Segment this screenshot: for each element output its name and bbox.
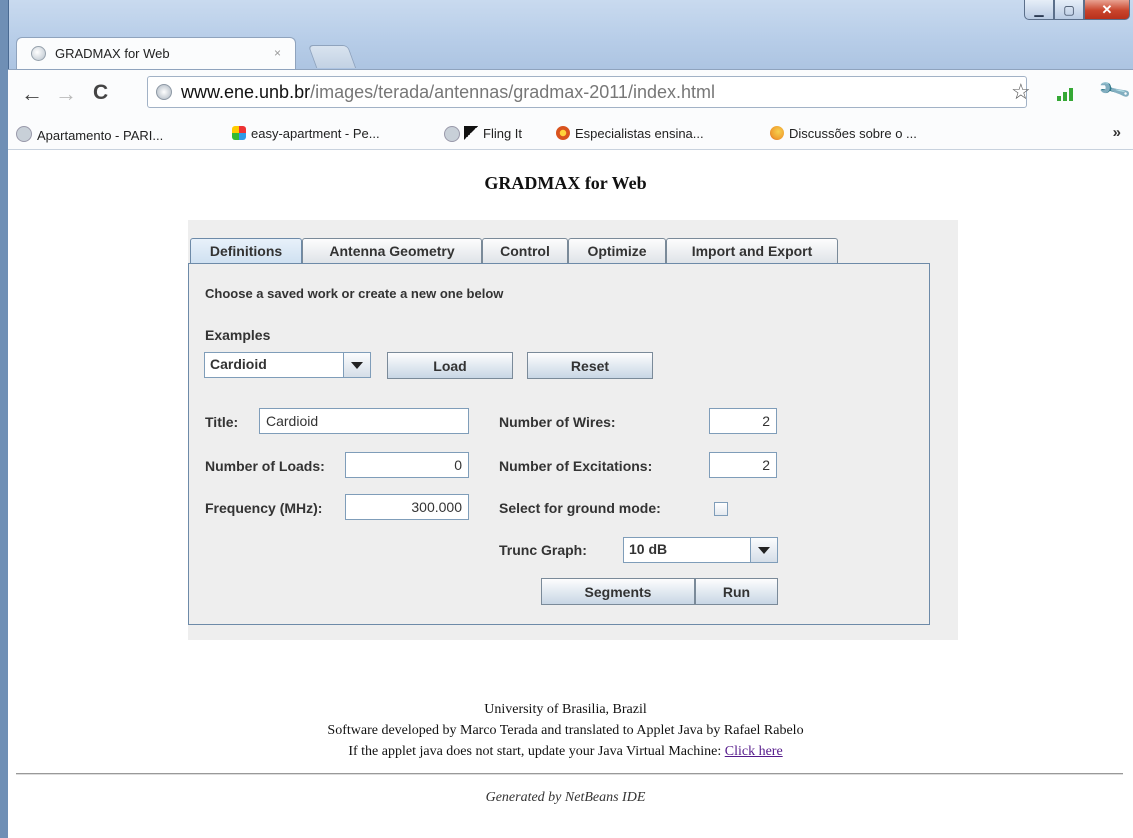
loads-field[interactable]: 0 bbox=[345, 452, 469, 478]
tab-control[interactable]: Control bbox=[482, 238, 568, 263]
tab-optimize[interactable]: Optimize bbox=[568, 238, 666, 263]
url-path: /images/terada/antennas/gradmax-2011/ind… bbox=[310, 82, 715, 102]
footer-jvm-note: If the applet java does not start, updat… bbox=[8, 744, 1123, 760]
url-host: www.ene.unb.br bbox=[181, 82, 311, 102]
trunc-graph-dropdown[interactable]: 10 dB bbox=[623, 537, 778, 563]
fling-icon bbox=[464, 126, 478, 140]
web-page: GRADMAX for Web Definitions Antenna Geom… bbox=[8, 150, 1133, 838]
footer-jvm-text: If the applet java does not start, updat… bbox=[348, 744, 722, 759]
page-title: GRADMAX for Web bbox=[484, 173, 647, 193]
url-text: www.ene.unb.br/images/terada/antennas/gr… bbox=[181, 82, 715, 103]
frequency-field[interactable]: 300.000 bbox=[345, 494, 469, 520]
trunc-graph-value: 10 dB bbox=[629, 541, 668, 557]
address-bar[interactable]: www.ene.unb.br/images/terada/antennas/gr… bbox=[147, 76, 1027, 108]
definitions-panel: Choose a saved work or create a new one … bbox=[188, 263, 930, 625]
bookmark-item[interactable]: Especialistas ensina... bbox=[556, 126, 704, 141]
window-controls: ▁ ▢ ✕ bbox=[1024, 0, 1130, 22]
bookmarks-overflow-icon[interactable]: » bbox=[1113, 124, 1121, 141]
badge-icon bbox=[556, 126, 570, 140]
bookmark-star-icon[interactable]: ☆ bbox=[1011, 79, 1031, 105]
examples-label: Examples bbox=[205, 327, 271, 343]
excitations-field[interactable]: 2 bbox=[709, 452, 777, 478]
chevron-down-icon[interactable] bbox=[750, 538, 777, 562]
footer-university: University of Brasilia, Brazil bbox=[484, 702, 647, 717]
generated-by-text: Generated by NetBeans IDE bbox=[485, 790, 646, 805]
divider bbox=[16, 773, 1123, 775]
ground-mode-checkbox[interactable] bbox=[714, 502, 728, 516]
bookmarks-bar: Apartamento - PARI... easy-apartment - P… bbox=[8, 119, 1133, 150]
browser-toolbar: ← → C www.ene.unb.br/images/terada/anten… bbox=[8, 69, 1133, 120]
tab-import-export[interactable]: Import and Export bbox=[666, 238, 838, 263]
intro-text: Choose a saved work or create a new one … bbox=[205, 286, 504, 301]
bookmark-item[interactable]: easy-apartment - Pe... bbox=[232, 126, 380, 141]
minimize-button[interactable]: ▁ bbox=[1024, 0, 1054, 20]
tab-title: GRADMAX for Web bbox=[55, 46, 170, 61]
tab-antenna-geometry[interactable]: Antenna Geometry bbox=[302, 238, 482, 263]
click-here-link[interactable]: Click here bbox=[725, 744, 783, 759]
chevron-down-icon[interactable] bbox=[343, 353, 370, 377]
frequency-label: Frequency (MHz): bbox=[205, 500, 323, 516]
ground-mode-label: Select for ground mode: bbox=[499, 500, 661, 516]
new-tab-button[interactable] bbox=[307, 45, 357, 68]
browser-tab[interactable]: GRADMAX for Web × bbox=[16, 37, 296, 70]
java-applet: Definitions Antenna Geometry Control Opt… bbox=[188, 220, 958, 640]
globe-icon bbox=[31, 46, 46, 61]
title-field[interactable]: Cardioid bbox=[259, 408, 469, 434]
colorful-icon bbox=[232, 126, 246, 140]
page-info-icon[interactable] bbox=[156, 84, 172, 100]
title-label: Title: bbox=[205, 414, 239, 430]
examples-value: Cardioid bbox=[210, 356, 267, 372]
excitations-label: Number of Excitations: bbox=[499, 458, 653, 474]
examples-dropdown[interactable]: Cardioid bbox=[204, 352, 371, 378]
forward-arrow-icon[interactable]: → bbox=[55, 81, 77, 107]
globe-icon bbox=[16, 126, 32, 142]
close-tab-icon[interactable]: × bbox=[274, 46, 281, 60]
signal-bars-icon[interactable] bbox=[1057, 88, 1073, 101]
globe-icon bbox=[444, 126, 460, 142]
wires-field[interactable]: 2 bbox=[709, 408, 777, 434]
load-button[interactable]: Load bbox=[387, 352, 513, 379]
wires-label: Number of Wires: bbox=[499, 414, 616, 430]
reset-button[interactable]: Reset bbox=[527, 352, 653, 379]
tab-definitions[interactable]: Definitions bbox=[190, 238, 302, 264]
flame-icon bbox=[770, 126, 784, 140]
back-arrow-icon[interactable]: ← bbox=[21, 81, 43, 107]
bookmark-item[interactable]: Apartamento - PARI... bbox=[16, 126, 163, 143]
maximize-button[interactable]: ▢ bbox=[1054, 0, 1084, 20]
close-window-button[interactable]: ✕ bbox=[1084, 0, 1130, 20]
bookmark-item[interactable]: Fling It bbox=[464, 126, 522, 141]
segments-button[interactable]: Segments bbox=[541, 578, 695, 605]
run-button[interactable]: Run bbox=[695, 578, 778, 605]
reload-icon[interactable]: C bbox=[93, 81, 108, 105]
trunc-graph-label: Trunc Graph: bbox=[499, 542, 587, 558]
wrench-icon[interactable]: 🔧 bbox=[1096, 73, 1133, 109]
bookmark-item[interactable]: Discussões sobre o ... bbox=[770, 126, 917, 141]
loads-label: Number of Loads: bbox=[205, 458, 325, 474]
bookmark-item[interactable] bbox=[444, 126, 465, 143]
footer-credits: Software developed by Marco Terada and t… bbox=[327, 723, 804, 738]
